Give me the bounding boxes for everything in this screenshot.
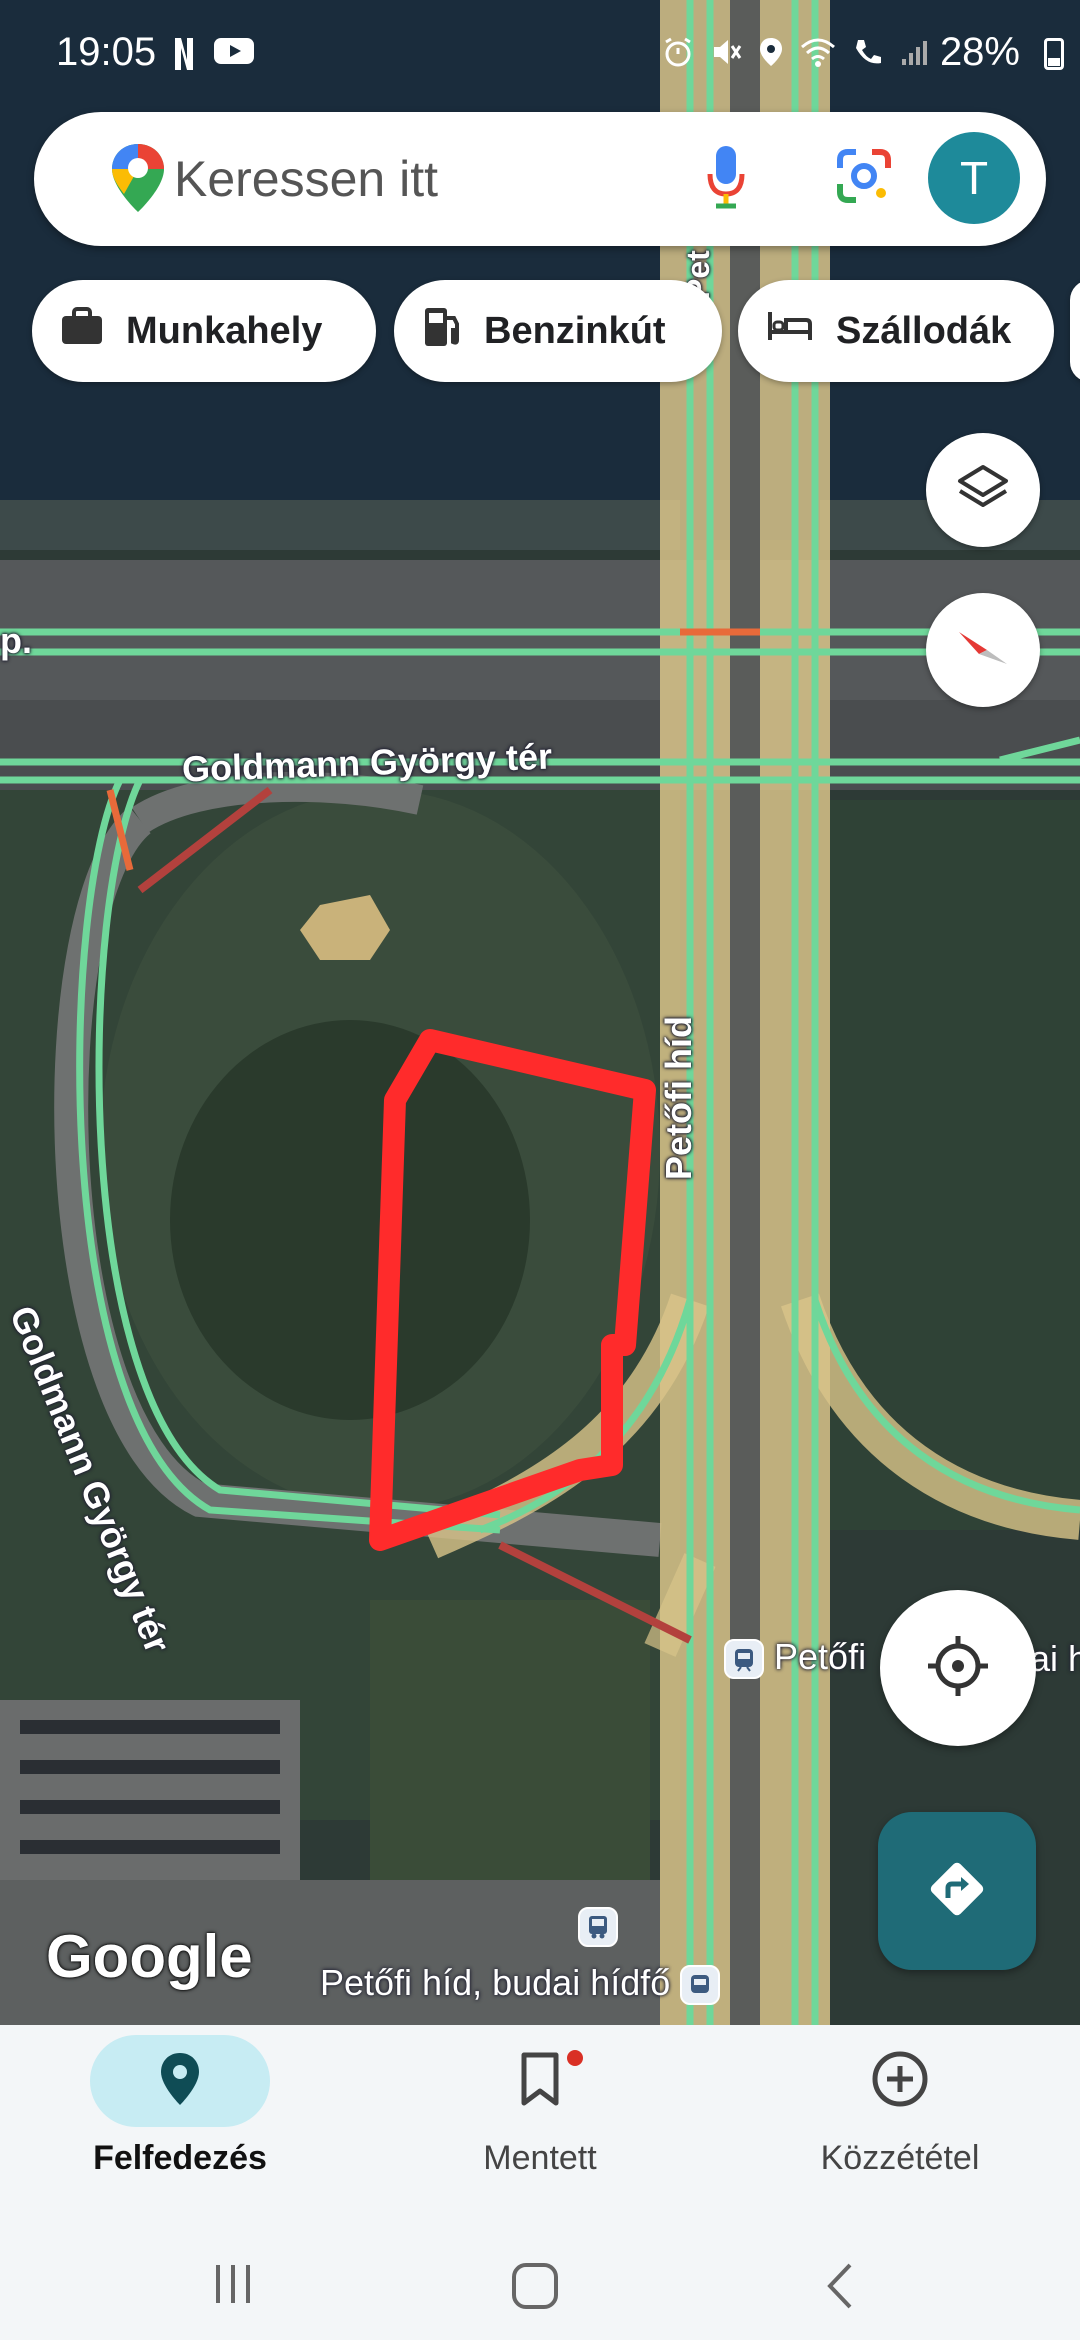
briefcase-icon (60, 306, 104, 356)
nav-explore[interactable]: Felfedezés (30, 2035, 330, 2178)
directions-button[interactable] (878, 1812, 1036, 1970)
chip-label: Szállodák (836, 309, 1012, 352)
location-icon (758, 36, 784, 73)
signal-icon (900, 37, 930, 72)
explore-pin-icon (158, 2051, 202, 2112)
wifi-icon (800, 37, 836, 72)
home-icon[interactable] (510, 2261, 560, 2316)
transit-stop-label-1[interactable]: Petőfi (724, 1636, 867, 1680)
battery-percent: 28% (939, 30, 1020, 74)
layers-icon (956, 461, 1010, 520)
compass-icon (953, 618, 1013, 683)
alarm-icon (662, 36, 694, 73)
netflix-icon (172, 36, 196, 77)
status-bar: 19:05 28% (0, 0, 1080, 110)
back-icon[interactable] (820, 2261, 860, 2316)
nav-contribute[interactable]: Közzététel (750, 2035, 1050, 2178)
layers-button[interactable] (926, 433, 1040, 547)
youtube-icon (214, 36, 254, 77)
microphone-icon[interactable] (704, 142, 748, 217)
account-avatar[interactable]: T (928, 132, 1020, 224)
search-bar[interactable]: Keressen itt T (34, 112, 1046, 246)
google-maps-pin-icon (110, 142, 166, 219)
system-navigation (0, 2225, 1080, 2340)
battery-icon (1044, 38, 1064, 70)
stop-name: Petőfi híd, budai hídfő (320, 1962, 671, 2003)
bridge-label: Petőfi híd (658, 1016, 699, 1180)
bottom-navigation: Felfedezés Mentett Közzététel (0, 2025, 1080, 2225)
crosshair-icon (925, 1633, 991, 1704)
nav-saved[interactable]: Mentett (390, 2035, 690, 2178)
chip-label: Benzinkút (484, 309, 666, 352)
google-logo: Google (46, 1923, 253, 1990)
bus-stop-marker[interactable] (578, 1904, 618, 1948)
transit-stop-label-2[interactable]: Petőfi híd, budai hídfő (320, 1962, 721, 2006)
gas-station-icon (422, 304, 462, 358)
compass-button[interactable] (926, 593, 1040, 707)
chip-gas-station[interactable]: Benzinkút (394, 280, 722, 382)
wifi-call-icon (852, 36, 884, 73)
bus-icon (578, 1907, 618, 1948)
bookmark-icon (518, 2051, 562, 2112)
bed-icon (766, 308, 814, 354)
google-lens-icon[interactable] (834, 146, 894, 211)
search-input[interactable]: Keressen itt (174, 150, 438, 208)
edge-label: p. (0, 620, 32, 661)
tram-icon (724, 1639, 764, 1680)
recents-icon[interactable] (210, 2261, 256, 2312)
nav-label: Közzététel (820, 2139, 980, 2177)
notification-dot (567, 2050, 583, 2066)
my-location-button[interactable] (880, 1590, 1036, 1746)
status-time: 19:05 (56, 30, 157, 74)
chip-hotels[interactable]: Szállodák (738, 280, 1054, 382)
tram-icon (680, 1965, 721, 2006)
mute-icon (710, 36, 742, 73)
chip-work[interactable]: Munkahely (32, 280, 376, 382)
nav-label: Mentett (483, 2139, 597, 2177)
directions-icon (924, 1856, 990, 1927)
add-circle-icon (870, 2049, 930, 2114)
transit-stop-label-1-tail: ai h (1030, 1638, 1080, 1679)
chip-more[interactable] (1070, 280, 1080, 382)
nav-label: Felfedezés (93, 2139, 267, 2177)
stop-name: Petőfi (774, 1636, 867, 1677)
chip-label: Munkahely (126, 309, 323, 352)
